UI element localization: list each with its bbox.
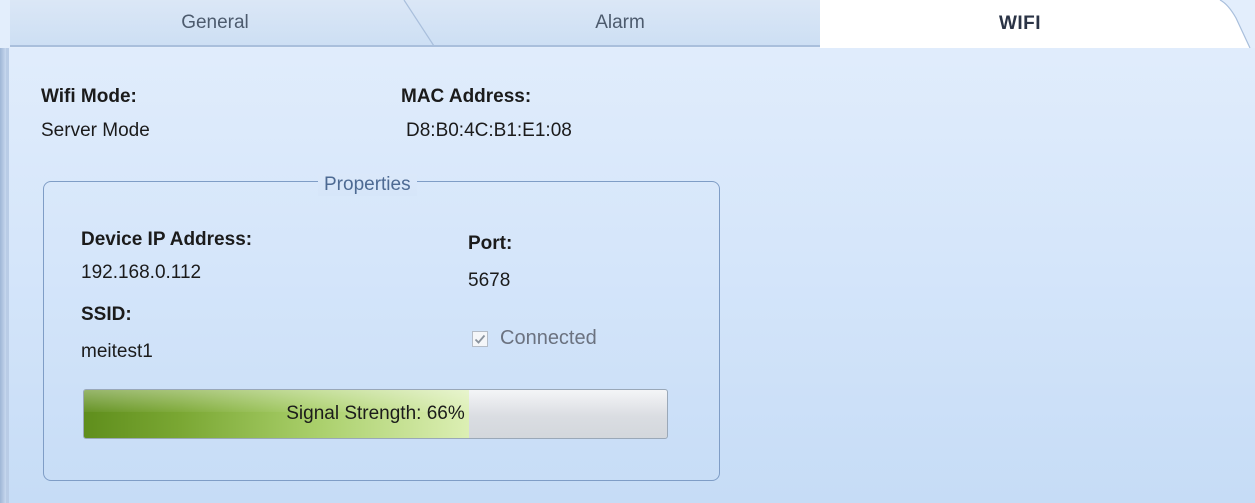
tab-alarm[interactable]: Alarm <box>420 0 820 46</box>
connected-checkbox-box[interactable] <box>472 330 488 347</box>
tab-strip-bottom-line <box>10 46 820 47</box>
tab-wifi-label: WIFI <box>998 13 1042 34</box>
device-ip-label: Device IP Address: <box>81 229 253 250</box>
mac-address-label: MAC Address: <box>401 86 532 107</box>
ssid-value: meitest1 <box>81 341 153 362</box>
connected-checkbox[interactable]: Connected <box>472 327 597 350</box>
port-label: Port: <box>468 233 513 254</box>
checkmark-icon <box>474 334 486 344</box>
tab-wifi[interactable]: WIFI <box>820 0 1220 48</box>
signal-strength-text: Signal Strength: 66% <box>286 403 465 424</box>
tab-alarm-label: Alarm <box>595 11 645 33</box>
tab-general[interactable]: General <box>10 0 420 46</box>
wifi-mode-label: Wifi Mode: <box>41 86 137 107</box>
tab-strip: General Alarm WIFI <box>0 0 1255 48</box>
tab-general-label: General <box>181 11 249 33</box>
connected-checkbox-label: Connected <box>500 327 597 349</box>
mac-address-value: D8:B0:4C:B1:E1:08 <box>406 120 572 141</box>
device-ip-value: 192.168.0.112 <box>81 262 202 283</box>
wifi-settings-window: General Alarm WIFI Wifi Mode: Server Mod… <box>0 0 1255 503</box>
ssid-label: SSID: <box>81 304 132 325</box>
tab-separator <box>403 0 435 47</box>
properties-groupbox-title: Properties <box>318 174 417 196</box>
window-left-border-inner <box>6 48 9 503</box>
port-value: 5678 <box>468 270 511 291</box>
signal-strength-bar: Signal Strength: 66% <box>83 389 668 439</box>
tab-wifi-edge <box>1210 0 1251 48</box>
wifi-mode-value: Server Mode <box>41 120 150 141</box>
